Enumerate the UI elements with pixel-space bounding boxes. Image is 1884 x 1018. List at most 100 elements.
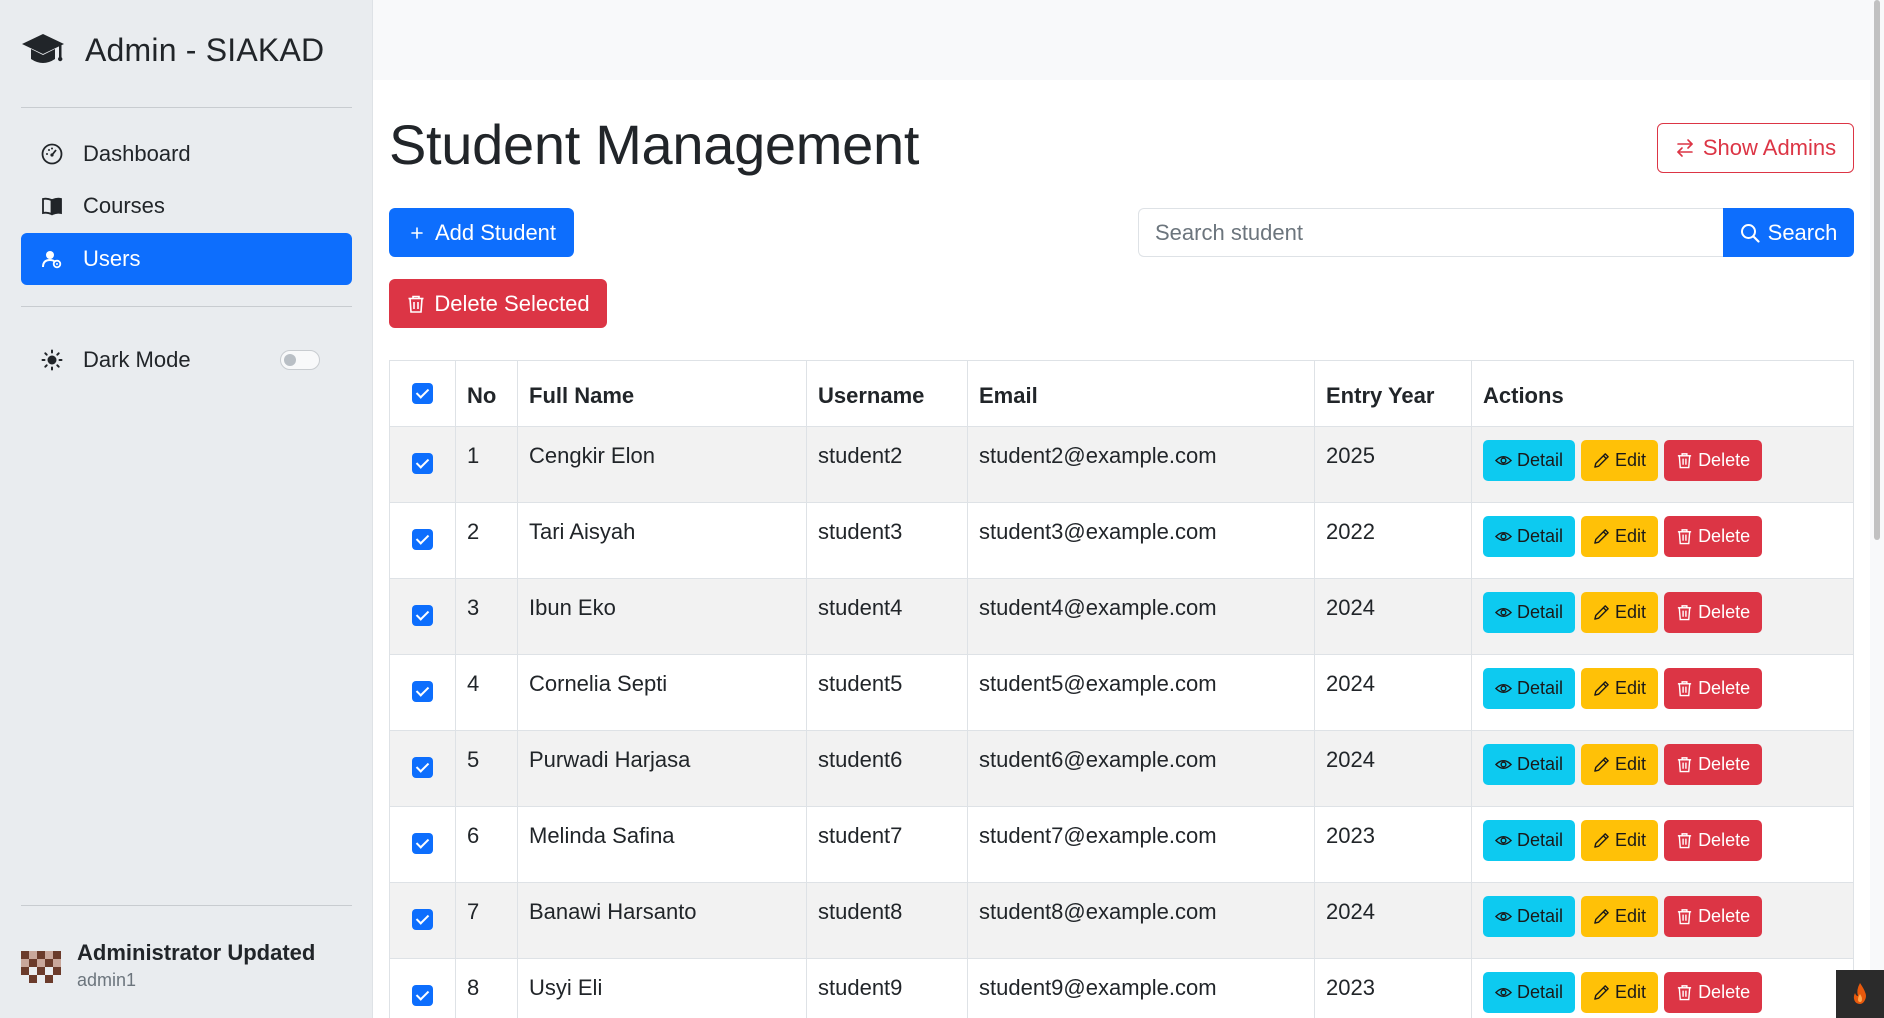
edit-label: Edit	[1615, 830, 1647, 850]
edit-label: Edit	[1615, 754, 1647, 774]
delete-button[interactable]: Delete	[1664, 896, 1763, 937]
row-select-cell	[389, 426, 456, 503]
user-name: Administrator Updated	[77, 940, 316, 965]
column-header-full-name[interactable]: Full Name	[517, 360, 807, 427]
delete-button[interactable]: Delete	[1664, 820, 1763, 861]
cell-no: 7	[455, 882, 518, 959]
delete-button[interactable]: Delete	[1664, 592, 1763, 633]
sidebar-divider	[21, 905, 352, 906]
edit-button[interactable]: Edit	[1581, 668, 1659, 709]
detail-button[interactable]: Detail	[1483, 820, 1576, 861]
cell-email: student6@example.com	[967, 730, 1315, 807]
edit-button[interactable]: Edit	[1581, 440, 1659, 481]
row-select-cell	[389, 882, 456, 959]
column-header-no[interactable]: No	[455, 360, 518, 427]
delete-label: Delete	[1698, 602, 1751, 622]
column-header-username[interactable]: Username	[806, 360, 968, 427]
column-header-entry-year[interactable]: Entry Year	[1314, 360, 1472, 427]
cell-username: student5	[806, 654, 968, 731]
delete-selected-button[interactable]: Delete Selected	[389, 279, 607, 328]
row-checkbox[interactable]	[412, 605, 433, 626]
detail-button[interactable]: Detail	[1483, 440, 1576, 481]
cell-no: 3	[455, 578, 518, 655]
sidebar-item-courses[interactable]: Courses	[21, 180, 352, 232]
select-all-cell	[389, 360, 456, 427]
trash-icon	[1677, 757, 1692, 773]
table-row: 2 Tari Aisyah student3 student3@example.com…	[389, 502, 1854, 579]
detail-button[interactable]: Detail	[1483, 592, 1576, 633]
scrollbar[interactable]	[1870, 0, 1884, 1018]
delete-label: Delete	[1698, 830, 1751, 850]
edit-button[interactable]: Edit	[1581, 972, 1659, 1013]
scrollbar-thumb[interactable]	[1874, 0, 1880, 540]
row-checkbox[interactable]	[412, 985, 433, 1006]
flame-badge[interactable]	[1836, 970, 1884, 1018]
delete-button[interactable]: Delete	[1664, 516, 1763, 557]
delete-button[interactable]: Delete	[1664, 972, 1763, 1013]
pencil-icon	[1594, 833, 1609, 848]
detail-button[interactable]: Detail	[1483, 516, 1576, 557]
cell-email: student9@example.com	[967, 958, 1315, 1018]
detail-button[interactable]: Detail	[1483, 896, 1576, 937]
row-actions: Detail Edit Delete	[1483, 820, 1842, 861]
users-icon	[42, 251, 62, 269]
edit-label: Edit	[1615, 982, 1647, 1002]
search-input[interactable]	[1138, 208, 1723, 257]
speedometer-icon	[41, 143, 63, 165]
cell-actions: Detail Edit Delete	[1471, 654, 1854, 731]
detail-button[interactable]: Detail	[1483, 972, 1576, 1013]
row-checkbox[interactable]	[412, 681, 433, 702]
eye-icon	[1495, 532, 1512, 541]
row-checkbox[interactable]	[412, 833, 433, 854]
row-checkbox[interactable]	[412, 757, 433, 778]
delete-button[interactable]: Delete	[1664, 744, 1763, 785]
toggle-knob	[284, 354, 296, 366]
edit-button[interactable]: Edit	[1581, 592, 1659, 633]
table-row: 5 Purwadi Harjasa student6 student6@example…	[389, 730, 1854, 807]
dark-mode-toggle[interactable]	[280, 350, 320, 370]
table-body: 1 Cengkir Elon student2 student2@example.co…	[389, 426, 1854, 1018]
cell-entry-year: 2023	[1314, 806, 1472, 883]
sidebar-item-dashboard[interactable]: Dashboard	[21, 128, 352, 180]
add-student-label: Add Student	[434, 219, 557, 245]
delete-label: Delete	[1698, 526, 1751, 546]
cell-email: student8@example.com	[967, 882, 1315, 959]
eye-icon	[1495, 684, 1512, 693]
search-button[interactable]: Search	[1723, 208, 1854, 257]
delete-label: Delete	[1698, 754, 1751, 774]
detail-button[interactable]: Detail	[1483, 744, 1576, 785]
cell-username: student8	[806, 882, 968, 959]
row-select-cell	[389, 654, 456, 731]
cell-username: student7	[806, 806, 968, 883]
row-select-cell	[389, 578, 456, 655]
edit-button[interactable]: Edit	[1581, 516, 1659, 557]
students-table: No Full Name Username Email Entry Year A…	[389, 360, 1854, 1018]
detail-button[interactable]: Detail	[1483, 668, 1576, 709]
edit-button[interactable]: Edit	[1581, 744, 1659, 785]
brand[interactable]: Admin - SIAKAD	[21, 30, 324, 70]
add-student-button[interactable]: Add Student	[389, 208, 574, 257]
row-checkbox[interactable]	[412, 453, 433, 474]
delete-button[interactable]: Delete	[1664, 440, 1763, 481]
column-header-email[interactable]: Email	[967, 360, 1315, 427]
cell-actions: Detail Edit Delete	[1471, 426, 1854, 503]
cell-actions: Detail Edit Delete	[1471, 578, 1854, 655]
show-admins-button[interactable]: Show Admins	[1657, 123, 1854, 173]
sidebar-item-users[interactable]: Users	[21, 233, 352, 285]
select-all-checkbox[interactable]	[412, 383, 433, 404]
detail-label: Detail	[1517, 982, 1564, 1002]
row-select-cell	[389, 958, 456, 1018]
trash-icon	[1677, 529, 1692, 545]
cell-entry-year: 2024	[1314, 730, 1472, 807]
user-profile[interactable]: Administrator Updated admin1	[21, 940, 315, 991]
row-checkbox[interactable]	[412, 529, 433, 550]
table-row: 3 Ibun Eko student4 student4@example.com 202…	[389, 578, 1854, 655]
cell-no: 6	[455, 806, 518, 883]
eye-icon	[1495, 988, 1512, 997]
edit-button[interactable]: Edit	[1581, 896, 1659, 937]
delete-button[interactable]: Delete	[1664, 668, 1763, 709]
cell-no: 8	[455, 958, 518, 1018]
edit-label: Edit	[1615, 526, 1647, 546]
row-checkbox[interactable]	[412, 909, 433, 930]
edit-button[interactable]: Edit	[1581, 820, 1659, 861]
